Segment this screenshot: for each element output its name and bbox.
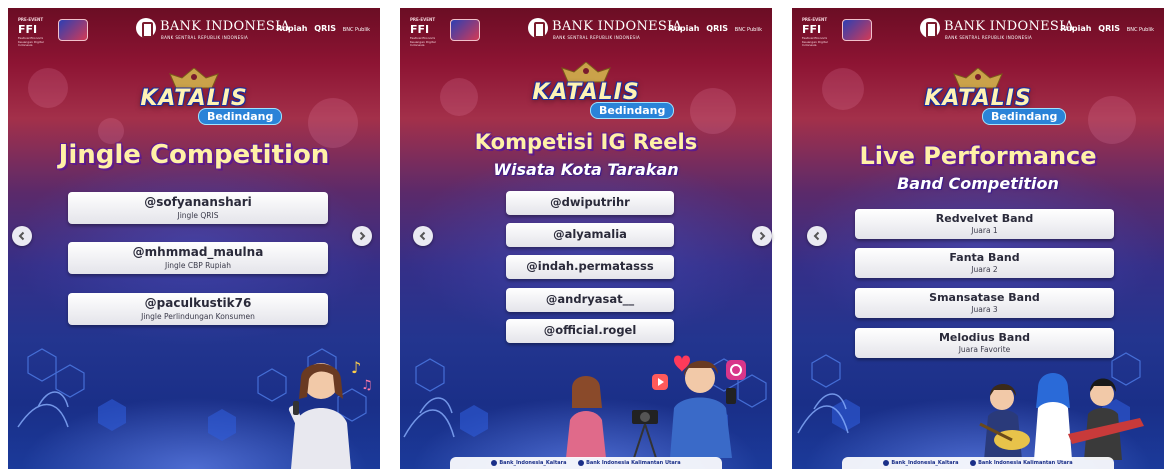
music-note-icon: ♪ bbox=[351, 358, 361, 377]
slide-title: Kompetisi IG Reels bbox=[474, 130, 698, 154]
band-rank: Juara 1 bbox=[971, 226, 998, 235]
event-badge-logo bbox=[450, 19, 480, 41]
rupiah-logo: Rupiah bbox=[276, 24, 308, 33]
bnc-logo: BNC Publik bbox=[734, 27, 762, 33]
winner-card: @mhmmad_maulna Jingle CBP Rupiah bbox=[68, 242, 328, 274]
bi-emblem-icon bbox=[528, 18, 548, 38]
instagram-icon bbox=[726, 360, 746, 380]
slide-subtitle: Band Competition bbox=[897, 174, 1059, 193]
winner-category: Jingle QRIS bbox=[177, 211, 219, 220]
footer-youtube[interactable]: Bank Indonesia Kalimantan Utara bbox=[578, 459, 681, 466]
footer-instagram[interactable]: Bank_Indonesia_Kaltara bbox=[883, 459, 958, 466]
partner-logos-bar: PRE-EVENT FFI Festival Ekonomi Keuangan … bbox=[410, 17, 762, 48]
bi-emblem-icon bbox=[920, 18, 940, 38]
winner-card: Fanta Band Juara 2 bbox=[855, 248, 1114, 278]
content-creators-illustration bbox=[566, 355, 746, 458]
katalis-bedindang-logo: KATALIS Bedindang bbox=[8, 68, 380, 136]
katalis-wordmark: KATALIS bbox=[924, 86, 1032, 111]
winner-card: Redvelvet Band Juara 1 bbox=[855, 209, 1114, 239]
bedindang-tag: Bedindang bbox=[982, 108, 1067, 125]
winner-category: Jingle Perlindungan Konsumen bbox=[141, 312, 255, 321]
qris-logo: QRIS bbox=[314, 24, 336, 33]
winner-card: @indah.permatasss bbox=[506, 255, 674, 279]
winner-handle: @dwiputrihr bbox=[550, 195, 630, 209]
bnc-logo: BNC Publik bbox=[342, 27, 370, 33]
bi-emblem-icon bbox=[136, 18, 156, 38]
katalis-wordmark: KATALIS bbox=[532, 80, 640, 105]
winner-card: Melodius Band Juara Favorite bbox=[855, 328, 1114, 358]
slide-title: Jingle Competition bbox=[58, 140, 330, 170]
instagram-icon bbox=[491, 459, 498, 466]
singer-illustration: ♪ ♫ bbox=[288, 358, 373, 469]
band-name: Melodius Band bbox=[938, 331, 1031, 344]
partner-logos: Rupiah QRIS BNC Publik bbox=[664, 24, 762, 33]
bedindang-tag: Bedindang bbox=[590, 102, 675, 119]
winner-card: @sofyananshari Jingle QRIS bbox=[68, 192, 328, 224]
band-name: Redvelvet Band bbox=[935, 212, 1034, 225]
katalis-bedindang-logo: KATALIS Bedindang bbox=[792, 68, 1164, 136]
qris-logo: QRIS bbox=[706, 24, 728, 33]
winner-handle: @alyamalia bbox=[553, 227, 627, 241]
band-rank: Juara Favorite bbox=[958, 345, 1011, 354]
katalis-bedindang-logo: KATALIS Bedindang bbox=[400, 62, 772, 130]
winner-handle: @sofyananshari bbox=[144, 195, 252, 209]
carousel-prev-button[interactable] bbox=[413, 226, 433, 246]
winner-handle: @official.rogel bbox=[543, 323, 637, 337]
winner-card: @alyamalia bbox=[506, 223, 674, 247]
winner-card: @paculkustik76 Jingle Perlindungan Konsu… bbox=[68, 293, 328, 325]
band-illustration bbox=[979, 373, 1144, 460]
footer-instagram[interactable]: Bank_Indonesia_Kaltara bbox=[491, 459, 566, 466]
chevron-left-icon bbox=[18, 231, 25, 241]
winner-category: Jingle CBP Rupiah bbox=[164, 261, 231, 270]
ffi-logo: PRE-EVENT FFI Festival Ekonomi Keuangan … bbox=[410, 17, 436, 48]
music-note-icon: ♫ bbox=[361, 378, 373, 393]
winner-handle: @mhmmad_maulna bbox=[132, 245, 264, 259]
partner-logos-bar: PRE-EVENT FFI Festival Ekonomi Keuangan … bbox=[18, 17, 370, 48]
chevron-right-icon bbox=[359, 231, 366, 241]
ffi-logo: PRE-EVENT FFI Festival Ekonomi Keuangan … bbox=[18, 17, 44, 48]
carousel-next-button[interactable] bbox=[352, 226, 372, 246]
carousel-prev-button[interactable] bbox=[12, 226, 32, 246]
band-rank: Juara 2 bbox=[971, 265, 998, 274]
carousel-slide-live-performance: PRE-EVENT FFI Festival Ekonomi Keuangan … bbox=[792, 8, 1164, 469]
winner-handle: @indah.permatasss bbox=[526, 259, 654, 273]
winner-handle: @paculkustik76 bbox=[144, 296, 252, 310]
winner-card: @andryasat__ bbox=[506, 288, 674, 312]
social-footer: Bank_Indonesia_Kaltara Bank Indonesia Ka… bbox=[450, 457, 722, 469]
instagram-icon bbox=[883, 459, 890, 466]
carousel-prev-button[interactable] bbox=[807, 226, 827, 246]
partner-logos: Rupiah QRIS BNC Publik bbox=[1056, 24, 1154, 33]
band-name: Smansatase Band bbox=[929, 291, 1040, 304]
band-name: Fanta Band bbox=[949, 251, 1020, 264]
event-badge-logo bbox=[842, 19, 872, 41]
winner-handle: @andryasat__ bbox=[545, 292, 635, 306]
youtube-icon bbox=[970, 459, 977, 466]
winner-card: Smansatase Band Juara 3 bbox=[855, 288, 1114, 318]
katalis-wordmark: KATALIS bbox=[140, 86, 248, 111]
bnc-logo: BNC Publik bbox=[1126, 27, 1154, 33]
rupiah-logo: Rupiah bbox=[1060, 24, 1092, 33]
youtube-icon bbox=[578, 459, 585, 466]
social-footer: Bank_Indonesia_Kaltara Bank Indonesia Ka… bbox=[842, 457, 1114, 469]
band-rank: Juara 3 bbox=[971, 305, 998, 314]
footer-youtube[interactable]: Bank Indonesia Kalimantan Utara bbox=[970, 459, 1073, 466]
qris-logo: QRIS bbox=[1098, 24, 1120, 33]
winner-card: @dwiputrihr bbox=[506, 191, 674, 215]
slide-subtitle: Wisata Kota Tarakan bbox=[493, 160, 679, 179]
carousel-slide-jingle-competition: PRE-EVENT FFI Festival Ekonomi Keuangan … bbox=[8, 8, 380, 469]
partner-logos: Rupiah QRIS BNC Publik bbox=[272, 24, 370, 33]
carousel-next-button[interactable] bbox=[752, 226, 772, 246]
chevron-left-icon bbox=[813, 231, 820, 241]
chevron-right-icon bbox=[759, 231, 766, 241]
slide-title: Live Performance bbox=[859, 142, 1097, 170]
bedindang-tag: Bedindang bbox=[198, 108, 283, 125]
partner-logos-bar: PRE-EVENT FFI Festival Ekonomi Keuangan … bbox=[802, 17, 1154, 48]
ffi-logo: PRE-EVENT FFI Festival Ekonomi Keuangan … bbox=[802, 17, 828, 48]
heart-icon bbox=[674, 355, 690, 372]
chevron-left-icon bbox=[419, 231, 426, 241]
rupiah-logo: Rupiah bbox=[668, 24, 700, 33]
carousel-slide-ig-reels: PRE-EVENT FFI Festival Ekonomi Keuangan … bbox=[400, 8, 772, 469]
event-badge-logo bbox=[58, 19, 88, 41]
